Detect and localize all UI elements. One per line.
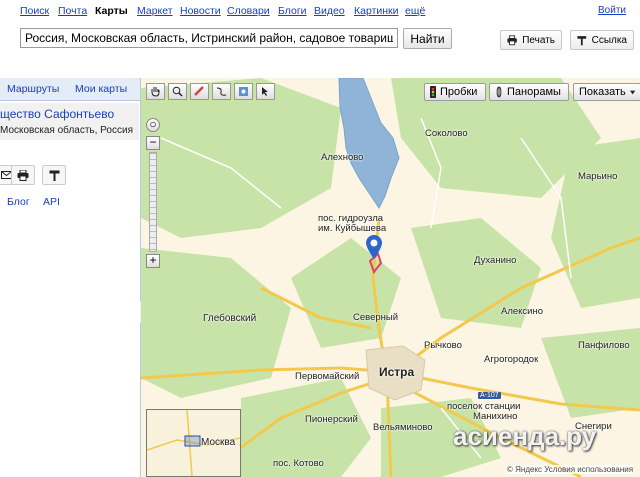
map-copyright[interactable]: © Яндекс Условия использования xyxy=(507,465,634,474)
ruler-button[interactable] xyxy=(190,83,209,100)
sidebar: Маршруты Мои карты щество Сафонтьево Мос… xyxy=(0,78,141,477)
cursor-button[interactable] xyxy=(256,83,275,100)
panoramas-button[interactable]: Панорамы xyxy=(489,83,569,101)
magnifier-icon xyxy=(172,86,183,97)
top-navigation: Поиск Почта Карты Маркет Новости Словари… xyxy=(0,0,640,22)
sidebar-tabs: Маршруты Мои карты xyxy=(0,78,140,101)
printer-icon xyxy=(17,169,29,181)
result-subtitle: Московская область, Россия xyxy=(0,125,133,136)
sidebar-print-button[interactable] xyxy=(11,165,35,185)
location-marker-icon[interactable] xyxy=(366,235,382,259)
nav-search[interactable]: Поиск xyxy=(20,5,49,17)
place-velyaminovo: Вельяминово xyxy=(373,422,433,433)
nav-mail[interactable]: Почта xyxy=(58,5,87,17)
route-icon xyxy=(216,87,227,96)
place-pervomaisky: Первомайский xyxy=(295,371,360,382)
find-button[interactable]: Найти xyxy=(403,28,452,49)
nav-maps[interactable]: Карты xyxy=(95,5,128,17)
place-alekhnovo: Алехново xyxy=(321,152,364,163)
result-title[interactable]: щество Сафонтьево xyxy=(0,107,114,121)
place-kotovo: пос. Котово xyxy=(273,458,324,469)
search-result[interactable]: щество Сафонтьево Московская область, Ро… xyxy=(0,103,139,140)
zoom-area-button[interactable] xyxy=(168,83,187,100)
printer-icon xyxy=(507,34,517,45)
link-button[interactable]: Ссылка xyxy=(570,30,634,50)
hand-tool-button[interactable] xyxy=(146,83,165,100)
minimap-label-moskva: Москва xyxy=(201,437,236,448)
map-view[interactable]: Пробки Панорамы Показать ○ − + Алехново … xyxy=(141,78,640,477)
overview-minimap[interactable]: Москва xyxy=(146,409,241,477)
place-kuibysheva: им. Куйбышева xyxy=(318,223,387,234)
search-input[interactable] xyxy=(20,28,398,48)
nav-video[interactable]: Видео xyxy=(314,5,345,17)
cursor-icon xyxy=(262,87,268,96)
nav-market[interactable]: Маркет xyxy=(137,5,173,17)
place-istra: Истра xyxy=(379,365,415,379)
nav-news[interactable]: Новости xyxy=(180,5,221,17)
route-button[interactable] xyxy=(212,83,231,100)
print-button[interactable]: Печать xyxy=(500,30,562,50)
place-severny: Северный xyxy=(353,312,399,323)
tab-my-maps[interactable]: Мои карты xyxy=(75,83,127,95)
place-rychkovo: Рычково xyxy=(424,340,462,351)
link-label: Ссылка xyxy=(591,34,627,46)
place-pionersky: Пионерский xyxy=(305,414,358,425)
show-dropdown[interactable]: Показать xyxy=(573,83,640,101)
api-link[interactable]: API xyxy=(43,196,60,208)
traffic-label: Пробки xyxy=(440,86,478,98)
place-sokolovo: Соколово xyxy=(425,128,468,139)
nav-dictionaries[interactable]: Словари xyxy=(227,5,270,17)
zoom-out-button[interactable]: − xyxy=(146,136,160,150)
sidebar-link-button[interactable] xyxy=(42,165,66,185)
istra-reservoir xyxy=(338,78,400,209)
zoom-slider[interactable] xyxy=(149,152,157,252)
blog-link[interactable]: Блог xyxy=(7,196,30,208)
panorama-icon xyxy=(496,86,502,98)
nav-more[interactable]: ещё xyxy=(405,5,425,17)
place-agrogorodok: Агрогородок xyxy=(484,354,539,365)
mail-icon xyxy=(0,171,12,179)
site-watermark: асиенда.ру xyxy=(453,421,597,451)
hand-icon xyxy=(151,87,160,97)
print-label: Печать xyxy=(522,34,555,46)
zoom-control: ○ − + xyxy=(146,118,160,268)
login-link[interactable]: Войти xyxy=(598,5,626,16)
traffic-button[interactable]: Пробки xyxy=(424,83,486,101)
traffic-light-icon xyxy=(430,86,436,98)
place-panfilovo: Панфилово xyxy=(578,340,630,351)
place-aleksino: Алексино xyxy=(501,306,544,317)
place-dukhanino: Духанино xyxy=(474,255,517,266)
panoramas-label: Панорамы xyxy=(507,86,561,98)
road-badge: A-107 xyxy=(478,392,501,399)
zoom-reset-button[interactable]: ○ xyxy=(146,118,160,132)
tab-routes[interactable]: Маршруты xyxy=(7,83,59,95)
nav-blogs[interactable]: Блоги xyxy=(278,5,307,17)
pin-link-icon xyxy=(49,170,59,181)
placemark-icon xyxy=(239,87,248,96)
pin-link-icon xyxy=(577,35,587,45)
chevron-down-icon xyxy=(629,90,635,94)
zoom-in-button[interactable]: + xyxy=(146,254,160,268)
nav-images[interactable]: Картинки xyxy=(354,5,399,17)
my-places-button[interactable] xyxy=(234,83,253,100)
place-marjino: Марьино xyxy=(578,171,618,182)
map-tools xyxy=(146,83,275,101)
ruler-icon xyxy=(194,86,204,96)
place-glebovsky: Глебовский xyxy=(203,313,257,324)
show-label: Показать xyxy=(579,86,626,98)
